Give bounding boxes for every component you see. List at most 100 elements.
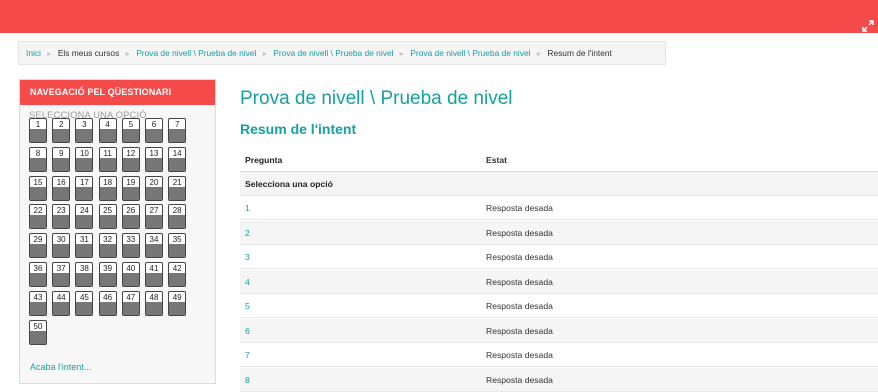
question-nav-button[interactable]: 17 [75, 175, 94, 201]
question-state-indicator [99, 273, 116, 286]
question-nav-button[interactable]: 46 [98, 290, 117, 316]
expand-icon[interactable] [862, 20, 874, 32]
column-header-question: Pregunta [245, 155, 283, 165]
question-state-indicator [122, 215, 139, 229]
breadcrumb: Inici ► Els meus cursos ► Prova de nivell \ … [18, 41, 666, 65]
breadcrumb-separator-icon: ► [124, 51, 132, 58]
breadcrumb-separator-icon: ► [535, 51, 543, 58]
question-state-indicator [53, 273, 70, 286]
question-state-indicator [122, 301, 139, 315]
question-nav-button[interactable]: 48 [145, 290, 163, 316]
question-link[interactable]: 3 [245, 245, 250, 269]
question-nav-button[interactable]: 1 [29, 118, 47, 143]
question-nav-button[interactable]: 4 [98, 118, 117, 143]
question-nav-button[interactable]: 47 [121, 290, 140, 316]
breadcrumb-separator-icon: ► [261, 51, 269, 58]
question-nav-button[interactable]: 8 [29, 146, 47, 172]
question-nav-button[interactable]: 11 [98, 146, 117, 172]
question-state-indicator [169, 301, 186, 315]
question-nav-button[interactable]: 23 [52, 204, 71, 230]
question-nav-button[interactable]: 39 [98, 262, 117, 287]
question-state-indicator [30, 129, 46, 142]
question-nav-button[interactable]: 31 [75, 233, 94, 259]
question-nav-button[interactable]: 16 [52, 175, 71, 201]
question-state-indicator [169, 186, 186, 200]
question-nav-button[interactable]: 34 [145, 233, 163, 259]
question-state-indicator [99, 186, 116, 200]
question-state-indicator [76, 157, 93, 171]
question-nav-button[interactable]: 38 [75, 262, 94, 287]
question-state-indicator [30, 215, 46, 229]
question-nav-button[interactable]: 25 [98, 204, 117, 230]
table-row: 7 Resposta desada [240, 343, 878, 367]
question-state-indicator [53, 129, 70, 142]
question-link[interactable]: 2 [245, 221, 250, 245]
top-bar [0, 0, 878, 33]
table-header-row: Pregunta Estat [240, 148, 878, 172]
question-nav-button[interactable]: 43 [29, 290, 47, 316]
question-nav-button[interactable]: 12 [121, 146, 140, 172]
question-nav-button[interactable]: 10 [75, 146, 94, 172]
question-state-indicator [53, 157, 70, 171]
question-nav-button[interactable]: 42 [168, 262, 187, 287]
question-state-indicator [169, 273, 186, 286]
question-state-indicator [122, 273, 139, 286]
question-nav-button[interactable]: 14 [168, 146, 187, 172]
question-state-indicator [76, 215, 93, 229]
question-link[interactable]: 4 [245, 270, 250, 294]
question-state-indicator [146, 157, 162, 171]
question-nav-button[interactable]: 28 [168, 204, 187, 230]
question-status: Resposta desada [486, 203, 553, 213]
question-nav-button[interactable]: 18 [98, 175, 117, 201]
question-state-indicator [146, 215, 162, 229]
question-nav-button[interactable]: 7 [168, 118, 187, 143]
question-nav-button[interactable]: 29 [29, 233, 47, 259]
question-nav-button[interactable]: 2 [52, 118, 71, 143]
breadcrumb-section-link[interactable]: Prova de nivell \ Prueba de nivel [273, 48, 393, 58]
table-row: 5 Resposta desada [240, 294, 878, 318]
question-nav-button[interactable]: 21 [168, 175, 187, 201]
question-state-indicator [169, 215, 186, 229]
question-state-indicator [30, 273, 46, 286]
question-nav-button[interactable]: 26 [121, 204, 140, 230]
question-nav-button[interactable]: 20 [145, 175, 163, 201]
page-title: Prova de nivell \ Prueba de nivel [240, 88, 513, 109]
question-nav-button[interactable]: 36 [29, 262, 47, 287]
question-nav-button[interactable]: 27 [145, 204, 163, 230]
breadcrumb-separator-icon: ► [45, 51, 53, 58]
question-nav-button[interactable]: 30 [52, 233, 71, 259]
question-nav-button[interactable]: 32 [98, 233, 117, 259]
question-nav-button[interactable]: 13 [145, 146, 163, 172]
question-nav-button[interactable]: 35 [168, 233, 187, 259]
question-status: Resposta desada [486, 325, 553, 336]
question-nav-button[interactable]: 15 [29, 175, 47, 201]
question-status: Resposta desada [486, 276, 553, 287]
question-nav-button[interactable]: 6 [145, 118, 163, 143]
breadcrumb-course-link[interactable]: Prova de nivell \ Prueba de nivel [136, 48, 256, 58]
question-link[interactable]: 5 [245, 294, 250, 318]
question-status: Resposta desada [486, 301, 553, 311]
question-state-indicator [53, 301, 70, 315]
question-nav-button[interactable]: 9 [52, 146, 71, 172]
question-link[interactable]: 1 [245, 196, 250, 220]
question-nav-button[interactable]: 49 [168, 290, 187, 316]
question-nav-button[interactable]: 3 [75, 118, 94, 143]
question-nav-button[interactable]: 22 [29, 204, 47, 230]
question-state-indicator [122, 186, 139, 200]
question-nav-button[interactable]: 37 [52, 262, 71, 287]
question-state-indicator [122, 129, 139, 142]
question-link[interactable]: 7 [245, 343, 250, 367]
question-nav-button[interactable]: 5 [121, 118, 140, 143]
finish-attempt-link[interactable]: Acaba l'intent... [30, 362, 91, 372]
breadcrumb-quiz-link[interactable]: Prova de nivell \ Prueba de nivel [410, 48, 530, 58]
question-nav-button[interactable]: 41 [145, 262, 163, 287]
question-nav-button[interactable]: 45 [75, 290, 94, 316]
question-nav-button[interactable]: 44 [52, 290, 71, 316]
question-nav-button[interactable]: 50 [29, 319, 47, 345]
question-link[interactable]: 6 [245, 319, 250, 343]
question-nav-button[interactable]: 19 [121, 175, 140, 201]
question-nav-button[interactable]: 33 [121, 233, 140, 259]
breadcrumb-home-link[interactable]: Inici [26, 48, 41, 58]
question-nav-button[interactable]: 40 [121, 262, 140, 287]
question-nav-button[interactable]: 24 [75, 204, 94, 230]
